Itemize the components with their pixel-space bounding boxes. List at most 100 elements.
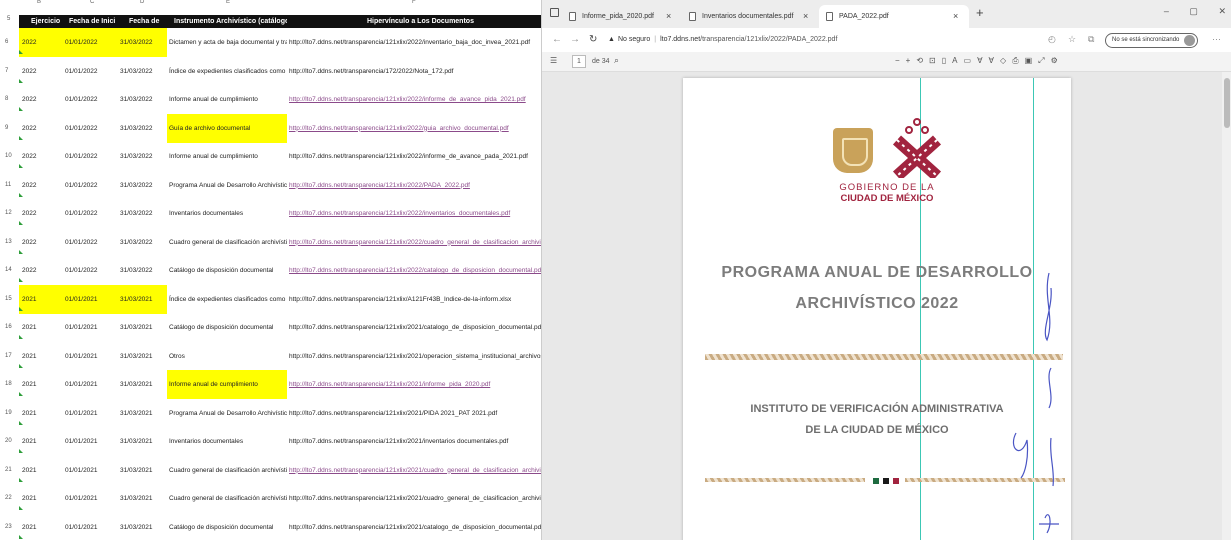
header-fecha-fin[interactable]: Fecha de bbox=[115, 15, 167, 28]
cell-hipervinculo[interactable]: http://lto7.ddns.net/transparencia/121xl… bbox=[287, 513, 541, 540]
header-ejercicio[interactable]: Ejercicio bbox=[19, 15, 60, 28]
cell-instrumento[interactable]: Guía de archivo documental bbox=[167, 113, 287, 143]
cell-fecha-fin[interactable]: 31/03/2021 bbox=[115, 284, 167, 314]
settings-icon[interactable]: ⚙ bbox=[1051, 56, 1064, 65]
cell-instrumento[interactable]: Informe anual de cumplimiento bbox=[167, 142, 287, 171]
refresh-icon[interactable]: ↻ bbox=[589, 34, 597, 45]
warning-icon[interactable]: ▲ bbox=[608, 36, 615, 43]
column-letter[interactable]: B bbox=[37, 0, 41, 5]
cell-instrumento[interactable]: Informe anual de cumplimiento bbox=[167, 370, 287, 399]
header-hipervinculo[interactable]: Hipervínculo a Los Documentos bbox=[287, 15, 541, 28]
row-number[interactable]: 5 bbox=[0, 8, 19, 28]
cell-fecha-inicio[interactable]: 01/01/2022 bbox=[60, 171, 115, 200]
fit-page-icon[interactable]: ⊡ bbox=[929, 56, 942, 65]
close-tab-icon[interactable]: × bbox=[953, 5, 958, 28]
row-number[interactable]: 18 bbox=[0, 370, 19, 399]
tab-informe-pida[interactable]: Informe_pida_2020.pdf × bbox=[562, 5, 680, 28]
cell-instrumento[interactable]: Cuadro general de clasificación archivís… bbox=[167, 228, 287, 257]
cell-fecha-inicio[interactable]: 01/01/2021 bbox=[60, 456, 115, 485]
cell-instrumento[interactable]: Cuadro general de clasificación archivís… bbox=[167, 456, 287, 485]
cell-instrumento[interactable]: Cuadro general de clasificación archivís… bbox=[167, 484, 287, 513]
more-icon[interactable]: ··· bbox=[1212, 34, 1221, 44]
cell-ejercicio[interactable]: 2022 bbox=[19, 28, 60, 57]
cell-hipervinculo[interactable]: http://lto7.ddns.net/transparencia/121xl… bbox=[287, 370, 541, 399]
cell-ejercicio[interactable]: 2021 bbox=[19, 313, 60, 342]
row-number[interactable]: 12 bbox=[0, 199, 19, 228]
new-tab-button[interactable]: + bbox=[976, 5, 984, 20]
cell-fecha-inicio[interactable]: 01/01/2022 bbox=[60, 228, 115, 257]
close-tab-icon[interactable]: × bbox=[803, 5, 808, 28]
cell-fecha-inicio[interactable]: 01/01/2021 bbox=[60, 399, 115, 428]
row-number[interactable]: 9 bbox=[0, 114, 19, 143]
cell-ejercicio[interactable]: 2021 bbox=[19, 456, 60, 485]
zoom-in-icon[interactable]: + bbox=[906, 56, 917, 65]
page-number-input[interactable]: 1 bbox=[572, 55, 586, 68]
tab-actions-icon[interactable] bbox=[550, 8, 559, 17]
scrollbar-thumb[interactable] bbox=[1224, 78, 1230, 128]
scrollbar[interactable] bbox=[1222, 72, 1231, 540]
row-number[interactable]: 8 bbox=[0, 85, 19, 114]
cell-fecha-inicio[interactable]: 01/01/2022 bbox=[60, 256, 115, 285]
row-number[interactable]: 22 bbox=[0, 484, 19, 513]
cell-ejercicio[interactable]: 2021 bbox=[19, 427, 60, 456]
cell-fecha-inicio[interactable]: 01/01/2022 bbox=[60, 28, 115, 57]
row-number[interactable]: 21 bbox=[0, 456, 19, 485]
close-tab-icon[interactable]: × bbox=[666, 5, 671, 28]
print-icon[interactable]: ⎙ bbox=[1012, 56, 1024, 65]
cell-fecha-fin[interactable]: 31/03/2022 bbox=[115, 256, 167, 285]
cell-instrumento[interactable]: Índice de expedientes clasificados como … bbox=[167, 57, 287, 86]
cell-hipervinculo[interactable]: http://lto7.ddns.net/transparencia/121xl… bbox=[287, 427, 541, 456]
cell-ejercicio[interactable]: 2022 bbox=[19, 199, 60, 228]
column-letter[interactable]: E bbox=[226, 0, 230, 5]
sync-profile-button[interactable]: No se está sincronizando bbox=[1105, 33, 1199, 48]
column-letter[interactable]: D bbox=[140, 0, 144, 5]
cell-hipervinculo[interactable]: http://lto7.ddns.net/transparencia/121xl… bbox=[287, 456, 541, 485]
search-icon[interactable]: ⌕ bbox=[614, 55, 619, 66]
row-number[interactable]: 19 bbox=[0, 399, 19, 428]
zoom-out-icon[interactable]: − bbox=[895, 56, 906, 65]
cell-ejercicio[interactable]: 2022 bbox=[19, 114, 60, 143]
cell-hipervinculo[interactable]: http://lto7.ddns.net/transparencia/121xl… bbox=[287, 85, 541, 114]
cell-fecha-fin[interactable]: 31/03/2022 bbox=[115, 171, 167, 200]
security-label[interactable]: No seguro bbox=[618, 36, 650, 43]
cell-ejercicio[interactable]: 2022 bbox=[19, 171, 60, 200]
cell-fecha-fin[interactable]: 31/03/2021 bbox=[115, 484, 167, 513]
cell-hipervinculo[interactable]: http://lto7.ddns.net/transparencia/121xl… bbox=[287, 484, 541, 513]
minimize-icon[interactable]: – bbox=[1164, 6, 1169, 16]
favorite-icon[interactable]: ☆ bbox=[1068, 34, 1076, 45]
cell-fecha-inicio[interactable]: 01/01/2021 bbox=[60, 284, 115, 314]
cell-instrumento[interactable]: Inventarios documentales bbox=[167, 427, 287, 456]
cell-fecha-fin[interactable]: 31/03/2022 bbox=[115, 228, 167, 257]
maximize-icon[interactable]: ▢ bbox=[1189, 6, 1198, 16]
cell-instrumento[interactable]: Programa Anual de Desarrollo Archivístic… bbox=[167, 171, 287, 200]
cell-hipervinculo[interactable]: http://lto7.ddns.net/transparencia/121xl… bbox=[287, 285, 541, 314]
row-number[interactable]: 6 bbox=[0, 28, 19, 57]
cell-fecha-inicio[interactable]: 01/01/2021 bbox=[60, 427, 115, 456]
forward-icon[interactable]: → bbox=[570, 34, 580, 45]
cell-hipervinculo[interactable]: http://lto7.ddns.net/transparencia/121xl… bbox=[287, 228, 541, 257]
cell-hipervinculo[interactable]: http://lto7.ddns.net/transparencia/121xl… bbox=[287, 256, 541, 285]
row-number[interactable]: 17 bbox=[0, 342, 19, 371]
cell-fecha-inicio[interactable]: 01/01/2021 bbox=[60, 513, 115, 540]
cell-fecha-fin[interactable]: 31/03/2021 bbox=[115, 513, 167, 540]
tab-pada-2022[interactable]: PADA_2022.pdf × bbox=[819, 5, 969, 28]
cell-fecha-fin[interactable]: 31/03/2022 bbox=[115, 85, 167, 114]
erase-icon[interactable]: ◇ bbox=[1000, 56, 1012, 65]
cell-instrumento[interactable]: Catálogo de disposición documental bbox=[167, 513, 287, 540]
cell-hipervinculo[interactable]: http://lto7.ddns.net/transparencia/121xl… bbox=[287, 399, 541, 428]
cell-fecha-inicio[interactable]: 01/01/2022 bbox=[60, 142, 115, 171]
cell-hipervinculo[interactable]: http://lto7.ddns.net/transparencia/172/2… bbox=[287, 57, 541, 86]
header-fecha-inicio[interactable]: Fecha de Inicio bbox=[60, 15, 115, 28]
cell-instrumento[interactable]: Inventarios documentales bbox=[167, 199, 287, 228]
cell-ejercicio[interactable]: 2022 bbox=[19, 57, 60, 86]
cell-fecha-fin[interactable]: 31/03/2021 bbox=[115, 456, 167, 485]
cell-fecha-fin[interactable]: 31/03/2022 bbox=[115, 142, 167, 171]
row-number[interactable]: 10 bbox=[0, 142, 19, 171]
draw-icon[interactable]: ∀ bbox=[977, 56, 988, 65]
cell-ejercicio[interactable]: 2021 bbox=[19, 370, 60, 399]
cell-hipervinculo[interactable]: http://lto7.ddns.net/transparencia/121xl… bbox=[287, 114, 541, 143]
cell-fecha-inicio[interactable]: 01/01/2021 bbox=[60, 342, 115, 371]
cell-instrumento[interactable]: Dictamen y acta de baja documental y tra… bbox=[167, 28, 287, 57]
cell-instrumento[interactable]: Informe anual de cumplimiento bbox=[167, 85, 287, 114]
cell-ejercicio[interactable]: 2021 bbox=[19, 284, 60, 314]
